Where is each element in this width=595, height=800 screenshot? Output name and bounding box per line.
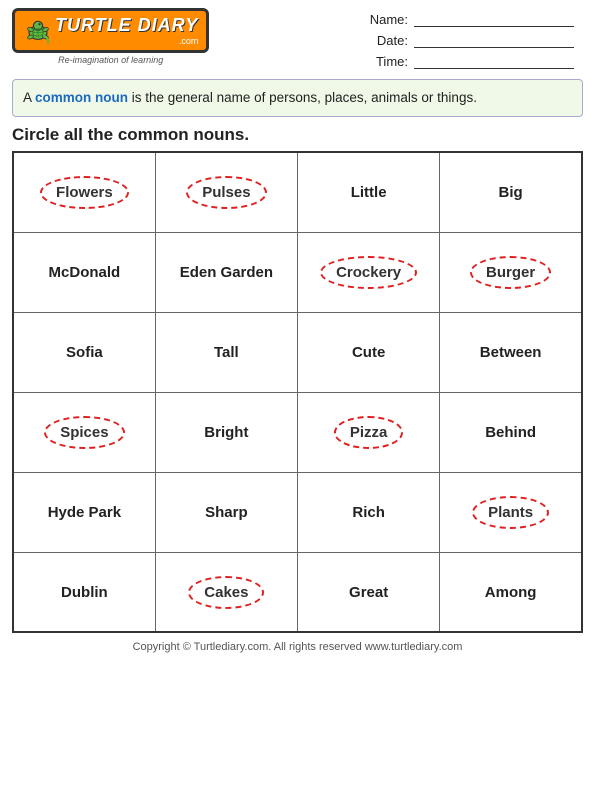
cell-inner: Spices	[44, 416, 124, 449]
logo-box: TURTLE DIARY .com	[12, 8, 209, 53]
cell-inner: Behind	[485, 424, 536, 441]
cell-inner: Among	[485, 584, 537, 601]
time-row: Time:	[363, 54, 583, 69]
cell-text: Among	[485, 584, 537, 601]
table-cell: Sharp	[155, 472, 297, 552]
cell-text: Great	[349, 584, 388, 601]
cell-text: Burger	[470, 256, 551, 289]
common-noun-link[interactable]: common noun	[35, 90, 128, 105]
cell-text: Tall	[214, 344, 239, 361]
info-box: A common noun is the general name of per…	[12, 79, 583, 117]
table-cell: Behind	[440, 392, 582, 472]
table-cell: Eden Garden	[155, 232, 297, 312]
table-cell: Crockery	[298, 232, 440, 312]
header: TURTLE DIARY .com Re-imagination of lear…	[0, 0, 595, 73]
cell-text: Crockery	[320, 256, 417, 289]
cell-inner: Plants	[472, 496, 549, 529]
cell-text: McDonald	[49, 264, 121, 281]
name-label: Name:	[363, 12, 408, 27]
table-cell: Spices	[13, 392, 155, 472]
cell-text: Pizza	[334, 416, 404, 449]
cell-text: Sofia	[66, 344, 103, 361]
table-cell: Tall	[155, 312, 297, 392]
table-cell: Cute	[298, 312, 440, 392]
info-text-after: is the general name of persons, places, …	[128, 90, 477, 105]
table-cell: Between	[440, 312, 582, 392]
logo-title: TURTLE DIARY	[55, 15, 198, 36]
cell-inner: Cakes	[188, 576, 264, 609]
cell-inner: Little	[351, 184, 387, 201]
cell-inner: Pulses	[186, 176, 266, 209]
cell-inner: Flowers	[40, 176, 129, 209]
logo-reimagine: Re-imagination of learning	[58, 55, 163, 65]
cell-inner: Bright	[204, 424, 248, 441]
cell-inner: Between	[480, 344, 542, 361]
turtle-icon	[23, 16, 53, 46]
table-cell: Hyde Park	[13, 472, 155, 552]
cell-text: Behind	[485, 424, 536, 441]
footer: Copyright © Turtlediary.com. All rights …	[0, 641, 595, 659]
cell-text: Cakes	[188, 576, 264, 609]
cell-inner: Tall	[214, 344, 239, 361]
cell-text: Rich	[352, 504, 385, 521]
form-fields: Name: Date: Time:	[363, 8, 583, 69]
cell-text: Bright	[204, 424, 248, 441]
cell-inner: Great	[349, 584, 388, 601]
name-line	[414, 13, 574, 27]
table-cell: Burger	[440, 232, 582, 312]
cell-inner: Cute	[352, 344, 385, 361]
cell-text: Sharp	[205, 504, 248, 521]
cell-text: Pulses	[186, 176, 266, 209]
cell-text: Between	[480, 344, 542, 361]
cell-inner: Burger	[470, 256, 551, 289]
table-cell: Dublin	[13, 552, 155, 632]
cell-text: Spices	[44, 416, 124, 449]
cell-inner: Big	[499, 184, 523, 201]
table-cell: Pulses	[155, 152, 297, 232]
cell-inner: Sofia	[66, 344, 103, 361]
name-row: Name:	[363, 12, 583, 27]
cell-inner: Crockery	[320, 256, 417, 289]
cell-text: Hyde Park	[48, 504, 121, 521]
table-cell: Cakes	[155, 552, 297, 632]
logo-text: TURTLE DIARY .com	[55, 15, 198, 46]
cell-text: Cute	[352, 344, 385, 361]
table-cell: Little	[298, 152, 440, 232]
table-cell: Pizza	[298, 392, 440, 472]
logo-area: TURTLE DIARY .com Re-imagination of lear…	[12, 8, 209, 65]
cell-text: Dublin	[61, 584, 108, 601]
date-line	[414, 34, 574, 48]
cell-text: Flowers	[40, 176, 129, 209]
table-cell: Sofia	[13, 312, 155, 392]
table-cell: Rich	[298, 472, 440, 552]
cell-inner: Eden Garden	[180, 264, 273, 281]
time-line	[414, 55, 574, 69]
table-cell: Great	[298, 552, 440, 632]
table-cell: Big	[440, 152, 582, 232]
grid-table: Flowers Pulses Little Big McDonald Eden Garde…	[12, 151, 583, 633]
cell-text: Plants	[472, 496, 549, 529]
logo-subtitle: .com	[55, 36, 198, 46]
cell-inner: Rich	[352, 504, 385, 521]
table-cell: Flowers	[13, 152, 155, 232]
cell-inner: McDonald	[49, 264, 121, 281]
date-label: Date:	[363, 33, 408, 48]
cell-inner: Hyde Park	[48, 504, 121, 521]
cell-inner: Pizza	[334, 416, 404, 449]
table-cell: Among	[440, 552, 582, 632]
cell-text: Little	[351, 184, 387, 201]
cell-inner: Dublin	[61, 584, 108, 601]
info-text-before: A	[23, 90, 35, 105]
date-row: Date:	[363, 33, 583, 48]
section-title: Circle all the common nouns.	[12, 125, 583, 145]
table-cell: Plants	[440, 472, 582, 552]
table-cell: Bright	[155, 392, 297, 472]
time-label: Time:	[363, 54, 408, 69]
cell-text: Eden Garden	[180, 264, 273, 281]
cell-text: Big	[499, 184, 523, 201]
table-cell: McDonald	[13, 232, 155, 312]
cell-inner: Sharp	[205, 504, 248, 521]
